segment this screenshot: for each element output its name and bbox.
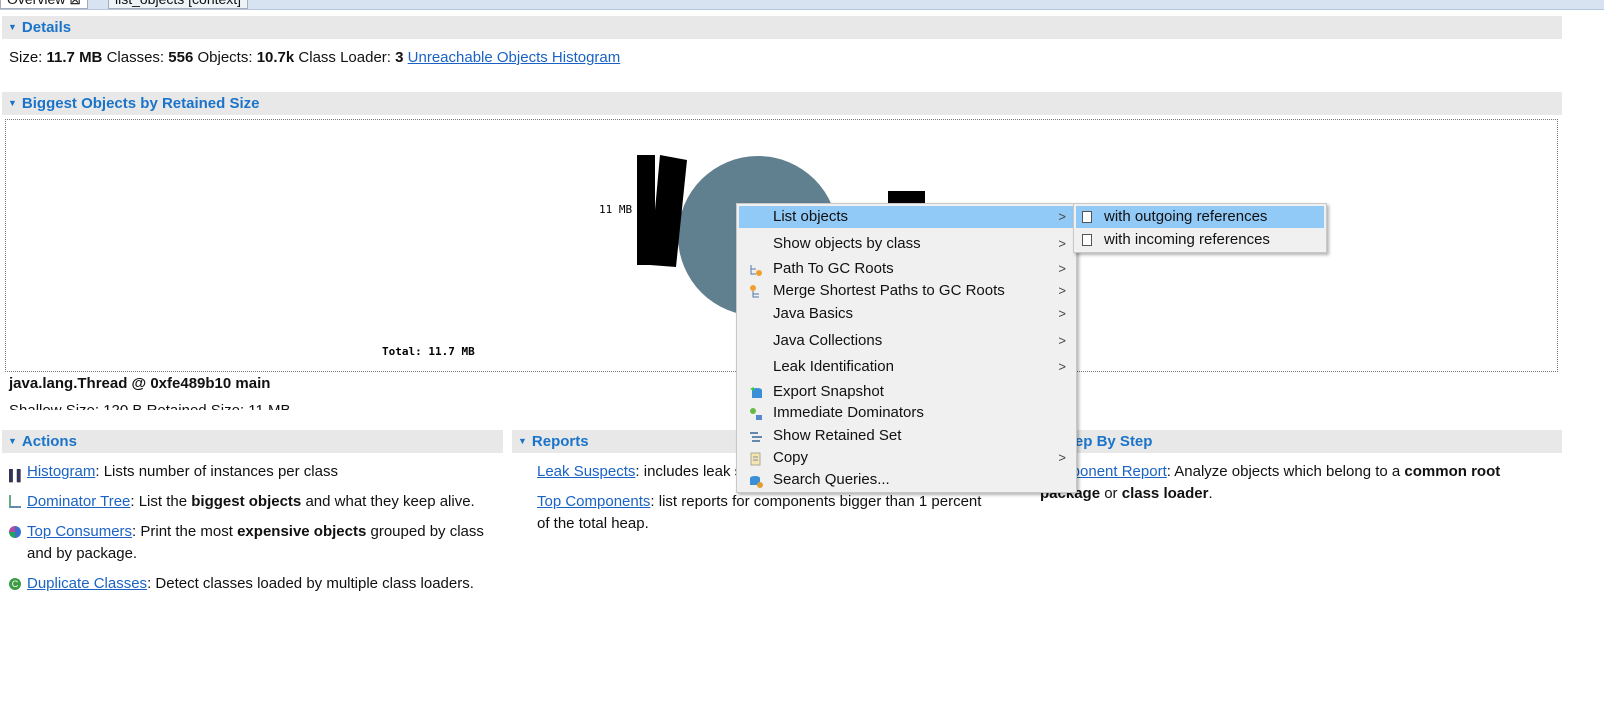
submenu-item-label: with incoming references xyxy=(1104,231,1270,248)
copy-icon xyxy=(749,451,763,466)
slice-label: 11 MB xyxy=(599,203,633,216)
report-top-components: Top Components: list reports for compone… xyxy=(537,493,982,532)
duplicate-classes-link[interactable]: Duplicate Classes xyxy=(27,575,147,592)
menu-item-java-collections[interactable]: Java Collections > xyxy=(739,330,1074,352)
list-objects-submenu: with outgoing references with incoming re… xyxy=(1073,203,1327,253)
menu-item-immediate-dominators[interactable]: Immediate Dominators xyxy=(739,402,1074,424)
submenu-incoming-references[interactable]: with incoming references xyxy=(1076,229,1324,251)
actions-header[interactable]: ▼ Actions xyxy=(2,430,503,453)
class-icon: C xyxy=(9,578,21,590)
menu-item-java-basics[interactable]: Java Basics > xyxy=(739,303,1074,325)
dominators-icon xyxy=(749,406,763,420)
total-label: Total: 11.7 MB xyxy=(382,345,475,358)
menu-item-leak-identification[interactable]: Leak Identification > xyxy=(739,356,1074,378)
histogram-icon: ▌▌ xyxy=(9,470,25,482)
leak-suspects-link[interactable]: Leak Suspects xyxy=(537,463,635,480)
menu-item-label: Search Queries... xyxy=(773,471,890,488)
menu-item-label: Merge Shortest Paths to GC Roots xyxy=(773,282,1005,299)
chevron-right-icon: > xyxy=(1058,333,1066,348)
actions-title: Actions xyxy=(21,433,77,450)
menu-item-show-objects-by-class[interactable]: Show objects by class > xyxy=(739,233,1074,255)
chevron-right-icon: > xyxy=(1058,359,1066,374)
selected-object-info: Shallow Size: 120 B Retained Size: 11 MB xyxy=(9,400,291,410)
submenu-item-label: with outgoing references xyxy=(1104,208,1268,225)
menu-item-label: Export Snapshot xyxy=(773,383,884,400)
context-menu: List objects > Show objects by class > Path … xyxy=(736,203,1077,493)
action-top-consumers: Top Consumers: Print the most expensive … xyxy=(9,521,489,565)
dominator-tree-link[interactable]: Dominator Tree xyxy=(27,493,130,510)
action-histogram: ▌▌ Histogram: Lists number of instances p… xyxy=(9,461,489,483)
step-by-step-header[interactable]: ▼Step By Step xyxy=(1040,430,1562,453)
dominator-tree-icon xyxy=(9,495,21,508)
menu-item-label: Copy xyxy=(773,449,809,466)
chevron-right-icon: > xyxy=(1058,236,1066,251)
chevron-right-icon: > xyxy=(1058,450,1066,465)
menu-item-label: Show objects by class xyxy=(773,235,921,252)
menu-item-export-snapshot[interactable]: Export Snapshot xyxy=(739,381,1074,403)
histogram-link[interactable]: Histogram xyxy=(27,463,95,480)
reports-title: Reports xyxy=(531,433,589,450)
chevron-right-icon: > xyxy=(1058,209,1066,224)
incoming-ref-icon xyxy=(1082,234,1092,246)
menu-item-search-queries[interactable]: Search Queries... xyxy=(739,469,1074,491)
action-duplicate-classes: C Duplicate Classes: Detect classes loade… xyxy=(9,573,489,595)
retained-set-icon xyxy=(749,429,763,443)
menu-item-label: Java Basics xyxy=(773,305,854,322)
path-gc-icon xyxy=(749,262,763,276)
menu-item-path-to-gc-roots[interactable]: Path To GC Roots > xyxy=(739,258,1074,280)
action-dominator-tree: Dominator Tree: List the biggest objects… xyxy=(9,491,489,513)
menu-item-label: Show Retained Set xyxy=(773,427,902,444)
top-components-link[interactable]: Top Components xyxy=(537,493,650,510)
menu-item-show-retained-set[interactable]: Show Retained Set xyxy=(739,425,1074,447)
menu-item-label: Path To GC Roots xyxy=(773,260,894,277)
menu-item-label: Java Collections xyxy=(773,332,883,349)
outgoing-ref-icon xyxy=(1082,211,1092,223)
menu-item-merge-shortest-paths-to-gc-roots[interactable]: Merge Shortest Paths to GC Roots > xyxy=(739,280,1074,302)
pie-icon xyxy=(9,526,21,538)
merge-paths-icon xyxy=(749,284,763,298)
menu-item-label: List objects xyxy=(773,208,849,225)
selected-object: java.lang.Thread @ 0xfe489b10 main xyxy=(9,375,271,392)
chevron-right-icon: > xyxy=(1058,306,1066,321)
export-icon xyxy=(749,385,763,399)
search-queries-icon xyxy=(749,473,763,488)
menu-item-list-objects[interactable]: List objects > xyxy=(739,206,1074,228)
menu-item-label: Immediate Dominators xyxy=(773,404,924,421)
top-consumers-link[interactable]: Top Consumers xyxy=(27,523,132,540)
menu-item-copy[interactable]: Copy > xyxy=(739,447,1074,469)
step-component-report: Component Report: Analyze objects which … xyxy=(1040,463,1501,502)
chevron-right-icon: > xyxy=(1058,261,1066,276)
menu-item-label: Leak Identification xyxy=(773,358,894,375)
submenu-outgoing-references[interactable]: with outgoing references xyxy=(1076,206,1324,228)
chevron-right-icon: > xyxy=(1058,283,1066,298)
actions-list: ▌▌ Histogram: Lists number of instances p… xyxy=(9,461,489,595)
